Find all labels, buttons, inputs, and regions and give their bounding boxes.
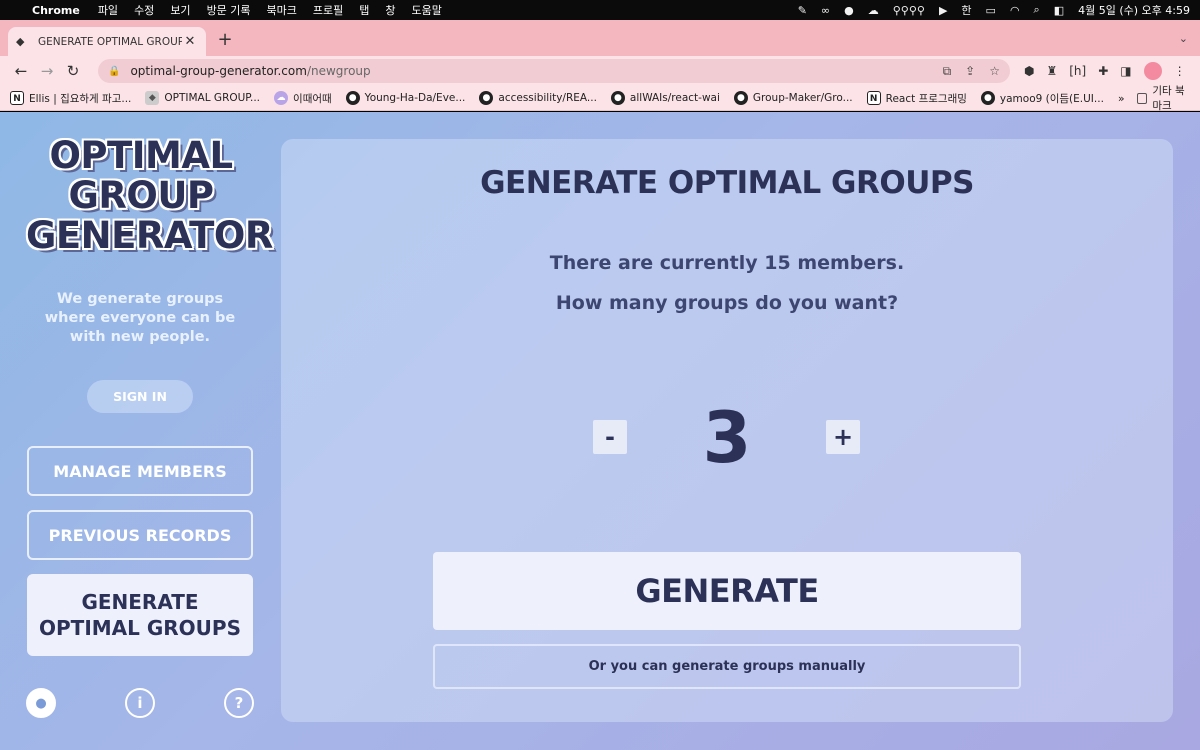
bookmark-item[interactable]: N Ellis | 집요하게 파고... [10,91,131,106]
battery-icon[interactable]: ▭ [986,4,996,17]
menu-help[interactable]: 도움말 [412,2,442,18]
star-icon[interactable]: ☆ [989,64,1000,79]
tab-strip: ◆ GENERATE OPTIMAL GROUPS ✕ + ⌄ [0,20,1200,56]
extension-lighthouse-icon[interactable]: ♜ [1046,64,1057,78]
cloud-icon[interactable]: ☁ [868,4,879,17]
bookmark-item[interactable]: ● yamoo9 (이듬(E.UI... [980,91,1104,106]
notion-icon: N [866,91,881,105]
url-path: /newgroup [306,64,371,78]
bookmark-item[interactable]: ● allWAIs/react-wai [610,91,720,105]
menu-tab[interactable]: 탭 [359,2,369,18]
new-tab-icon[interactable]: + [215,30,235,50]
bookmarks-overflow-chevron[interactable]: » [1118,92,1125,105]
bookmark-item[interactable]: N React 프로그래밍 [866,91,967,106]
other-bookmarks-folder[interactable]: 기타 북마크 [1136,83,1190,113]
decrement-button[interactable]: - [593,420,627,454]
status-area: ✎ ∞ ● ☁ ⚲⚲⚲⚲ ▶ 한 ▭ ◠ ⌕ ◧ 4월 5일 (수) 오후 4:… [798,2,1190,18]
github-icon: ● [733,91,748,105]
increment-button[interactable]: + [826,420,860,454]
search-icon[interactable]: ⌕ [1034,3,1040,17]
puzzle-icon[interactable]: ✚ [1098,64,1108,78]
menu-window[interactable]: 창 [385,2,395,18]
bookmark-item[interactable]: ☁ 이때어때 [274,91,332,106]
folder-icon [1136,92,1148,104]
cube-icon: ◆ [145,91,160,105]
menu-edit[interactable]: 수정 [134,2,154,18]
back-arrow-icon[interactable]: ← [8,59,34,83]
chat-icon[interactable]: ● [844,4,854,17]
sidebar: OPTIMAL GROUP GENERATOR We generate grou… [0,112,280,750]
status-bars-icon[interactable]: ✎ [798,4,807,17]
menu-view[interactable]: 보기 [170,2,190,18]
page-title: GENERATE OPTIMAL GROUPS [480,165,974,201]
extensions-area: ⬢ ♜ [h] ✚ ◨ ⋮ [1024,62,1186,80]
menubar-clock[interactable]: 4월 5일 (수) 오후 4:59 [1078,2,1190,18]
omnibox-actions: ⧉ ⇪ ☆ [943,64,1000,79]
tagline: We generate groups where everyone can be… [44,291,236,345]
sidebar-footer: ● i ? [26,688,254,718]
github-icon: ● [479,91,494,105]
cloud-icon: ☁ [274,91,289,105]
browser-toolbar: ← → ↻ 🔒 optimal-group-generator.com/newg… [0,56,1200,86]
web-page: OPTIMAL GROUP GENERATOR We generate grou… [0,112,1200,750]
kebab-menu-icon[interactable]: ⋮ [1174,64,1186,78]
tab-title: GENERATE OPTIMAL GROUPS [38,35,182,48]
group-count-value: 3 [702,397,752,479]
notion-icon: N [10,91,24,105]
main-panel: GENERATE OPTIMAL GROUPS There are curren… [281,139,1173,722]
play-icon[interactable]: ▶ [939,4,947,17]
previous-records-button[interactable]: PREVIOUS RECORDS [27,510,253,560]
menu-profiles[interactable]: 프로필 [313,2,343,18]
lock-icon[interactable]: 🔒 [108,66,120,77]
glasses-icon[interactable]: ∞ [821,4,830,17]
menu-bookmarks[interactable]: 북마크 [267,2,297,18]
site-logo[interactable]: OPTIMAL GROUP GENERATOR [26,136,273,256]
control-center-icon[interactable]: ◧ [1054,4,1064,17]
github-icon: ● [345,91,360,105]
sign-in-button[interactable]: SIGN IN [87,380,193,413]
github-icon: ● [980,91,995,105]
close-tab-icon[interactable]: ✕ [182,34,198,49]
menu-file[interactable]: 파일 [98,2,118,18]
forward-arrow-icon[interactable]: → [34,59,60,83]
profile-avatar[interactable] [1143,62,1162,80]
active-tab[interactable]: ◆ GENERATE OPTIMAL GROUPS ✕ [8,27,206,56]
cube-favicon-icon: ◆ [16,34,25,48]
extension-bracket-icon[interactable]: [h] [1069,64,1086,78]
address-bar[interactable]: 🔒 optimal-group-generator.com/newgroup ⧉… [98,59,1010,83]
bookmarks-bar: N Ellis | 집요하게 파고... ◆ OPTIMAL GROUP... ☁ 이… [0,83,1200,113]
github-icon: ● [610,91,625,105]
tab-search-chevron-icon[interactable]: ⌄ [1179,32,1188,45]
share-icon[interactable]: ⇪ [965,64,975,79]
manage-members-button[interactable]: MANAGE MEMBERS [27,446,253,496]
info-icon[interactable]: i [125,688,155,718]
app-menu[interactable]: Chrome [32,4,80,17]
wifi-icon[interactable]: ◠ [1010,4,1020,17]
people-icon[interactable]: ⚲⚲⚲⚲ [893,4,925,17]
help-icon[interactable]: ? [224,688,254,718]
manual-generate-button[interactable]: Or you can generate groups manually [433,644,1021,689]
generate-optimal-groups-nav[interactable]: GENERATE OPTIMAL GROUPS [27,574,253,656]
macos-menubar: Chrome 파일 수정 보기 방문 기록 북마크 프로필 탭 창 도움말 ✎ … [0,0,1200,20]
bookmark-item[interactable]: ◆ OPTIMAL GROUP... [145,91,260,105]
extension-hexagon-icon[interactable]: ⬢ [1024,64,1034,78]
bookmark-item[interactable]: ● Young-Ha-Da/Eve... [345,91,465,105]
bookmark-item[interactable]: ● accessibility/REA... [479,91,597,105]
member-count-text: There are currently 15 members. [549,252,905,274]
bookmark-item[interactable]: ● Group-Maker/Gro... [733,91,853,105]
github-icon[interactable]: ● [26,688,56,718]
translate-icon[interactable]: ⧉ [943,64,952,79]
input-source-icon[interactable]: 한 [961,2,971,18]
reload-icon[interactable]: ↻ [60,59,86,83]
side-panel-icon[interactable]: ◨ [1120,64,1131,78]
group-question-text: How many groups do you want? [555,292,899,314]
generate-button[interactable]: GENERATE [433,552,1021,630]
menu-history[interactable]: 방문 기록 [207,2,251,18]
url-host: optimal-group-generator.com [130,64,307,78]
